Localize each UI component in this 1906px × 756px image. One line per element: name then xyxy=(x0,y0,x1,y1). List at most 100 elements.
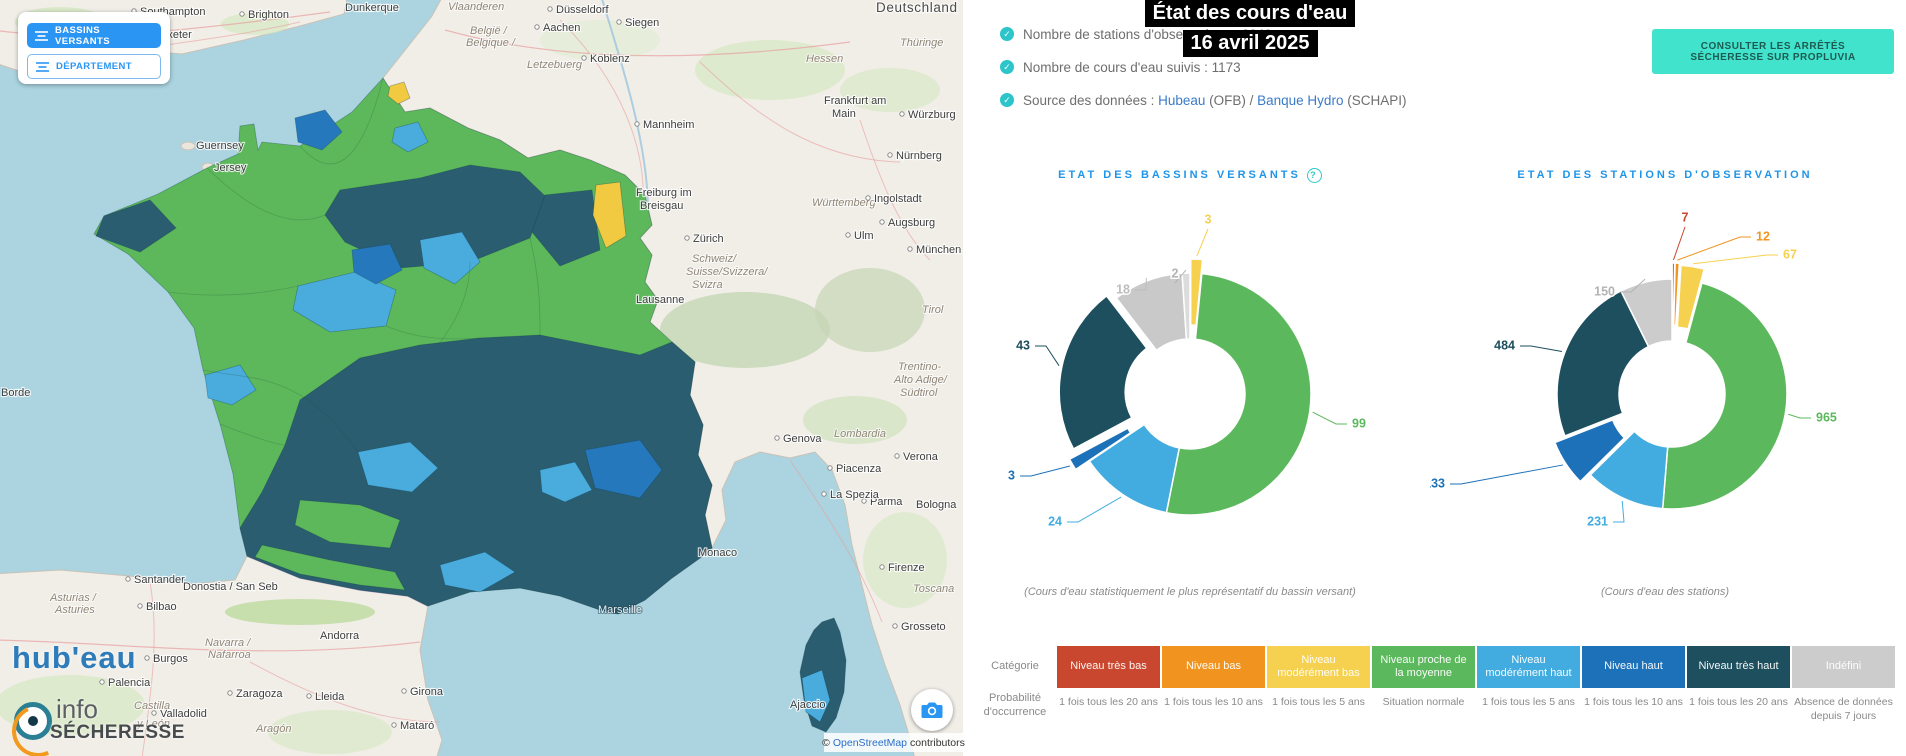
map-attribution: © OpenStreetMap contributors xyxy=(824,733,963,752)
info-secheresse-text: SÉCHERESSE xyxy=(50,722,185,744)
attribution-copyright: © xyxy=(822,737,830,749)
donut-value-label: 150 xyxy=(1594,284,1615,298)
stat-text-part: (SCHAPI) xyxy=(1343,93,1406,108)
map-city-dot xyxy=(908,247,912,251)
map-label: Brighton xyxy=(248,9,289,21)
donut-value-label: 24 xyxy=(1048,514,1062,528)
map-label: Lausanne xyxy=(636,294,684,306)
map-label: Andorra xyxy=(320,630,360,642)
map-city-dot xyxy=(880,565,884,569)
map-label: München xyxy=(916,244,961,256)
legend-occurrence-cell: 1 fois tous les 5 ans xyxy=(1267,688,1370,723)
map-label: Würzburg xyxy=(908,109,956,121)
map-city-dot xyxy=(145,656,149,660)
legend-category-cell: Niveau bas xyxy=(1162,646,1265,688)
chart-caption: (Cours d'eau statistiquement le plus rep… xyxy=(975,586,1405,598)
map-label: België / xyxy=(470,25,508,37)
check-icon: ✓ xyxy=(1000,60,1014,74)
map-label: Südtirol xyxy=(900,387,938,399)
donut-svg[interactable]: 71267965231133484150 xyxy=(1430,184,1900,580)
chart-bassins-versants: ETAT DES BASSINS VERSANTS ? 39924343182 … xyxy=(975,166,1405,621)
map-label: Palencia xyxy=(108,677,151,689)
legend-category-cell: Niveau modérément haut xyxy=(1477,646,1580,688)
donut-value-label: 18 xyxy=(1116,282,1130,296)
info-secheresse-icon xyxy=(14,702,52,740)
map-label: Genova xyxy=(783,433,822,445)
map-city-dot xyxy=(893,624,897,628)
donut-leader-line xyxy=(1520,346,1562,351)
openstreetmap-link[interactable]: OpenStreetMap xyxy=(833,737,907,749)
map-svg: SouthamptonBrightonExeterDunkerqueVlaand… xyxy=(0,0,963,756)
map-city-dot xyxy=(775,436,779,440)
map-city-dot xyxy=(895,454,899,458)
info-secheresse-logo: info SÉCHERESSE xyxy=(14,698,194,750)
map-city-dot xyxy=(535,25,539,29)
layers-icon xyxy=(36,61,49,73)
donut-leader-line xyxy=(1313,412,1347,424)
map-city-dot xyxy=(548,7,552,11)
map-label: Schweiz/ xyxy=(692,253,737,265)
map-city-dot xyxy=(635,122,639,126)
stat-text-part: Source des données : xyxy=(1023,93,1158,108)
help-icon[interactable]: ? xyxy=(1307,168,1322,183)
donut-leader-line xyxy=(1450,465,1563,484)
legend-category-cell: Niveau proche de la moyenne xyxy=(1372,646,1475,688)
donut-leader-line xyxy=(1693,255,1778,264)
map-label: Monaco xyxy=(698,547,737,559)
map-label: Ingolstadt xyxy=(874,193,922,205)
map-canvas[interactable]: SouthamptonBrightonExeterDunkerqueVlaand… xyxy=(0,0,963,756)
map-label: Lombardia xyxy=(834,428,886,440)
stat-row: ✓Source des données : Hubeau (OFB) / Ban… xyxy=(1000,90,1406,110)
map-label: Suisse/Svizzera/ xyxy=(686,266,768,278)
map-label: Bologna xyxy=(916,499,957,511)
map-label: Augsburg xyxy=(888,217,935,229)
map-layer-controls: BASSINS VERSANTS DÉPARTEMENT xyxy=(18,12,170,84)
map-label: Frankfurt am xyxy=(824,95,886,107)
map-label: La Spezia xyxy=(830,489,880,501)
donut-slice-niveau-mod-r-ment-haut[interactable] xyxy=(1089,425,1179,513)
page-title-date: 16 avril 2025 xyxy=(1183,30,1318,57)
donut-leader-line xyxy=(1067,497,1121,522)
consult-propluvia-button[interactable]: CONSULTER LES ARRÊTÉS SÉCHERESSE SUR PRO… xyxy=(1652,29,1894,74)
legend-occurrence-cell: 1 fois tous les 20 ans xyxy=(1687,688,1790,723)
map-label: Toscana xyxy=(913,583,954,595)
map-label: Piacenza xyxy=(836,463,882,475)
donut-value-label: 12 xyxy=(1756,229,1770,243)
map-label: Santander xyxy=(134,574,185,586)
map-control-label: BASSINS VERSANTS xyxy=(55,25,153,47)
map-label: Alto Adige/ xyxy=(893,374,948,386)
map-label: Asturies xyxy=(54,604,95,616)
map-label: Grosseto xyxy=(901,621,946,633)
map-label: Letzebuerg xyxy=(527,59,583,71)
map-city-dot xyxy=(617,20,621,24)
map-label: Navarra / xyxy=(205,637,251,649)
camera-icon xyxy=(921,701,943,719)
map-label: Ajaccio xyxy=(790,699,825,711)
map-label: Düsseldorf xyxy=(556,4,610,16)
source-link[interactable]: Banque Hydro xyxy=(1257,93,1343,108)
map-label: Thüringe xyxy=(900,37,943,49)
chart-title: ETAT DES STATIONS D'OBSERVATION xyxy=(1430,166,1900,184)
check-icon: ✓ xyxy=(1000,27,1014,41)
map-label: Breisgau xyxy=(640,200,683,212)
page-title: État des cours d'eau 16 avril 2025 xyxy=(1085,0,1415,57)
map-label: Lleida xyxy=(315,691,345,703)
map-city-dot xyxy=(900,112,904,116)
legend-occurrence-cell: 1 fois tous les 10 ans xyxy=(1162,688,1265,723)
stat-row: ✓Nombre de cours d'eau suivis : 1173 xyxy=(1000,57,1406,77)
map-control-bassins-versants[interactable]: BASSINS VERSANTS xyxy=(27,23,161,48)
map-label: Trentino- xyxy=(898,361,942,373)
check-icon: ✓ xyxy=(1000,93,1014,107)
legend-occurrence-cell: Situation normale xyxy=(1372,688,1475,723)
map-label: Aachen xyxy=(543,22,580,34)
legend-category-cell: Niveau haut xyxy=(1582,646,1685,688)
legend-category-cell: Indéfini xyxy=(1792,646,1895,688)
map-control-departement[interactable]: DÉPARTEMENT xyxy=(27,54,161,79)
map-label: Nürnberg xyxy=(896,150,942,162)
screenshot-camera-button[interactable] xyxy=(911,689,953,731)
map-label: Burgos xyxy=(153,653,188,665)
donut-svg[interactable]: 39924343182 xyxy=(975,184,1405,580)
map-label: Mannheim xyxy=(643,119,694,131)
source-link[interactable]: Hubeau xyxy=(1158,93,1205,108)
map-label: Main xyxy=(832,108,856,120)
